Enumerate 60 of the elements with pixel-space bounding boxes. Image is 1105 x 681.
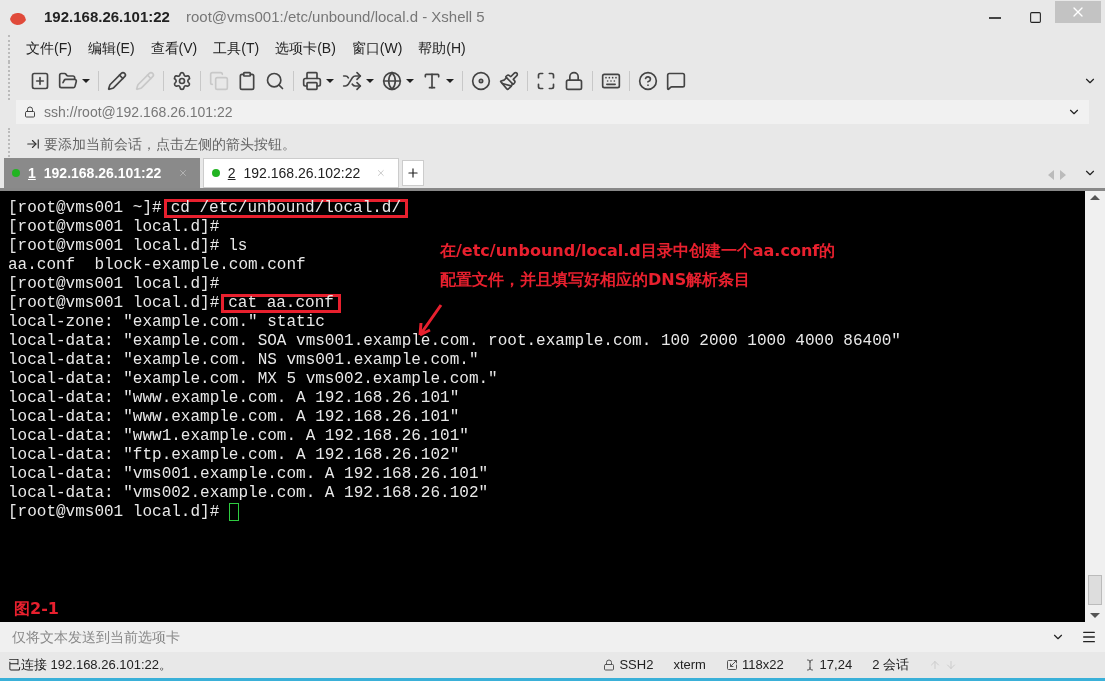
shell-prompt: [root@vms001 local.d]# <box>8 218 220 237</box>
add-tab-button[interactable] <box>402 160 424 186</box>
window-title: root@vms001:/etc/unbound/local.d - Xshell 5 <box>185 7 485 28</box>
caret-icon[interactable] <box>366 79 374 83</box>
terminal-output: local-data: "example.com. NS vms001.example.com." <box>8 351 479 370</box>
shell-prompt: [root@vms001 local.d]# <box>8 503 220 522</box>
scrollbar[interactable] <box>1085 191 1105 622</box>
menu-item[interactable]: 查看(V) <box>150 38 198 59</box>
menu-icon[interactable] <box>1081 629 1097 645</box>
status-item: SSH2 <box>619 656 654 675</box>
terminal-output: local-data: "vms002.example.com. A 192.168.26.102" <box>8 484 489 503</box>
menu-item[interactable]: 编辑(E) <box>87 38 135 59</box>
terminal[interactable] <box>0 191 1085 622</box>
terminal-output: local-data: "example.com. MX 5 vms002.example.com." <box>8 370 498 389</box>
status-item: 2 会话 <box>872 656 909 675</box>
terminal-output: local-data: "www.example.com. A 192.168.26.101" <box>8 408 460 427</box>
lock-icon <box>603 659 616 671</box>
info-text: 要添加当前会话，点击左侧的箭头按钮。 <box>44 134 296 154</box>
caret-icon[interactable] <box>406 79 414 83</box>
arrow-icon[interactable] <box>26 137 40 151</box>
status-item: 17,24 <box>819 656 853 675</box>
figure-label: 图2-1 <box>14 599 59 618</box>
status-item: xterm <box>673 656 706 675</box>
status-item: 118x22 <box>741 656 784 675</box>
session-tab[interactable]: 2 192.168.26.102:22 <box>203 158 399 188</box>
send-text-bar[interactable]: 仅将文本发送到当前选项卡 <box>0 622 1105 652</box>
maximize-icon <box>1028 11 1042 24</box>
annotation-text: 在/etc/unbound/local.d目录中创建一个aa.conf的 <box>440 241 836 260</box>
shell-command: cd /etc/unbound/local.d/ <box>163 199 409 218</box>
annotation-text: 配置文件，并且填写好相应的DNS解析条目 <box>440 270 752 289</box>
terminal-output: aa.conf block-example.com.conf <box>8 256 306 275</box>
minimize-icon <box>989 16 1001 19</box>
terminal-output: local-data: "www.example.com. A 192.168.26.101" <box>8 389 460 408</box>
terminal-output: local-data: "example.com. SOA vms001.example.com. root.example.com. 100 2000 1000 4000 86400" <box>8 332 901 351</box>
send-text-field[interactable]: 仅将文本发送到当前选项卡 <box>0 626 1051 648</box>
address-field[interactable]: ssh://root@192.168.26.101:22 <box>16 100 1089 124</box>
shell-prompt: [root@vms001 local.d]# <box>8 237 220 256</box>
shell-prompt: [root@vms001 ~]# <box>8 199 162 218</box>
menu-item[interactable]: 工具(T) <box>213 38 260 59</box>
caret-icon[interactable] <box>82 79 90 83</box>
terminal-output: local-zone: "example.com." static <box>8 313 325 332</box>
shell-command: cat aa.conf <box>221 294 341 313</box>
plus-icon <box>406 166 420 180</box>
terminal-output: local-data: "www1.example.com. A 192.168.26.101" <box>8 427 469 446</box>
resize-icon <box>725 659 738 671</box>
shell-prompt: [root@vms001 local.d]# <box>8 275 220 294</box>
caret-icon[interactable] <box>446 79 454 83</box>
window-host: 192.168.26.101:22 <box>44 7 170 28</box>
terminal-output: local-data: "ftp.example.com. A 192.168.26.102" <box>8 446 460 465</box>
shell-prompt: [root@vms001 local.d]# <box>8 294 220 313</box>
menu-item[interactable]: 文件(F) <box>26 38 72 59</box>
menu-item[interactable]: 帮助(H) <box>418 38 466 59</box>
shell-command: ls <box>227 237 249 256</box>
menu-item[interactable]: 窗口(W) <box>351 38 403 59</box>
caret-icon[interactable] <box>326 79 334 83</box>
connection-status: 已连接 192.168.26.101:22。 <box>8 656 173 675</box>
address-text: ssh://root@192.168.26.101:22 <box>44 102 233 122</box>
lock-icon <box>24 106 36 118</box>
menu-item[interactable]: 选项卡(B) <box>275 38 336 59</box>
terminal-output: local-data: "vms001.example.com. A 192.168.26.101" <box>8 465 489 484</box>
